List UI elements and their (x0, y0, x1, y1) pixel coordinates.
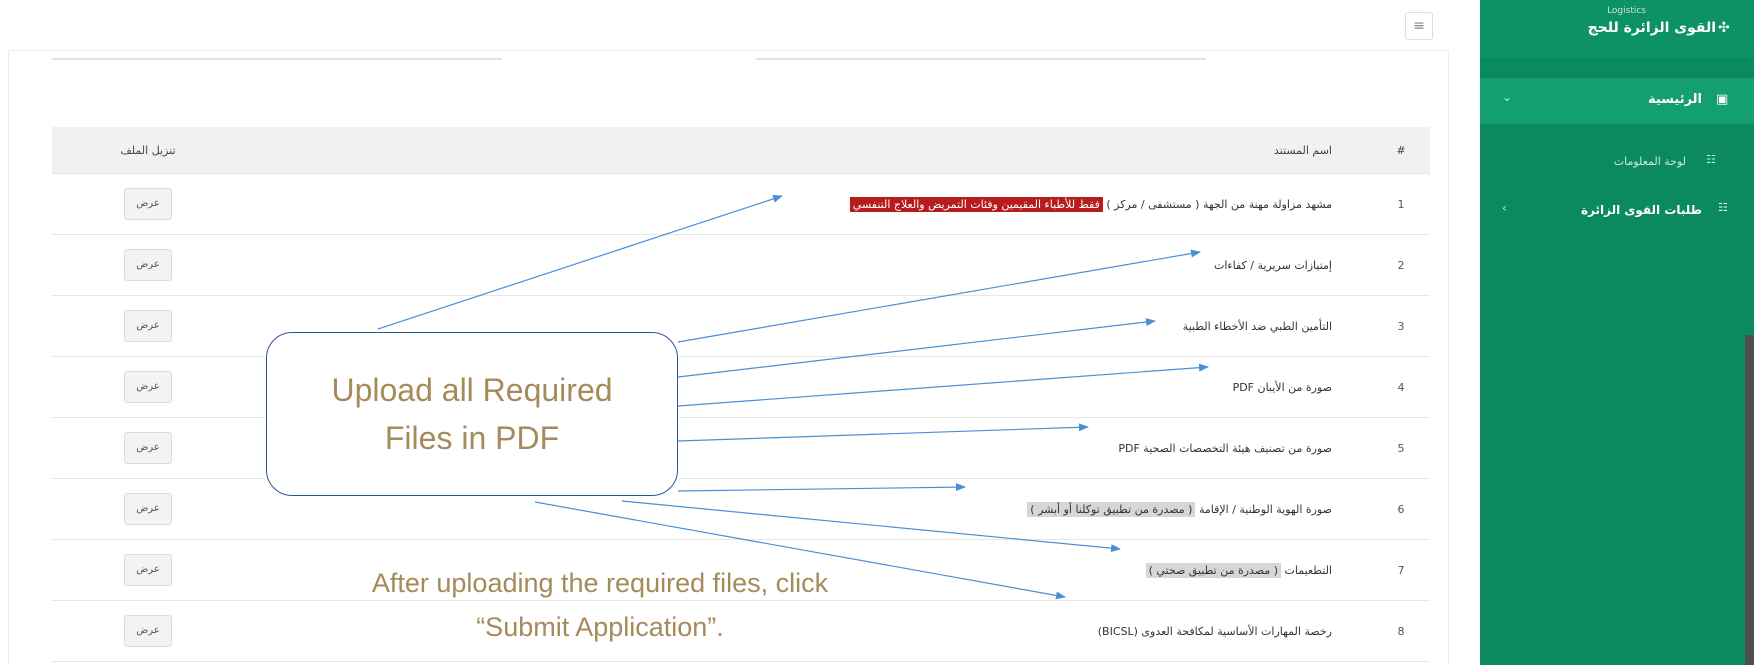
instruction-line: “Submit Application”. (476, 612, 724, 642)
callout-line: Files in PDF (384, 420, 560, 456)
instruction-line: After uploading the required files, clic… (371, 568, 829, 598)
annotation-arrow (677, 423, 1089, 442)
annotation-arrow (377, 195, 783, 330)
annotation-arrow (621, 500, 1121, 553)
annotation-arrow (677, 483, 966, 492)
annotation-arrow (677, 363, 1209, 407)
annotation-callout: Upload all Required Files in PDF (266, 332, 678, 496)
annotation-instruction: After uploading the required files, clic… (300, 561, 900, 649)
callout-line: Upload all Required (331, 372, 613, 408)
annotation-arrow (677, 249, 1201, 343)
